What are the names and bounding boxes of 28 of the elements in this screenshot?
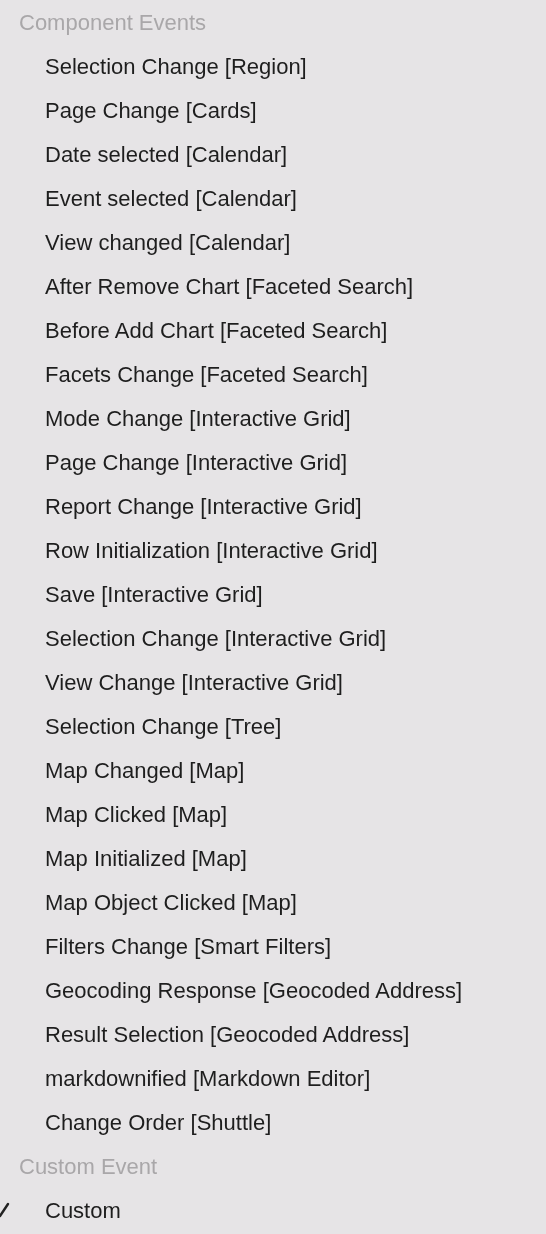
menu-item[interactable]: Result Selection [Geocoded Address] <box>45 1017 410 1051</box>
menu-item[interactable]: View changed [Calendar] <box>45 225 291 259</box>
menu-item[interactable]: Change Order [Shuttle] <box>45 1105 272 1139</box>
menu-item[interactable]: Save [Interactive Grid] <box>45 577 263 611</box>
menu-item[interactable]: Selection Change [Region] <box>45 49 307 83</box>
menu-item[interactable]: Selection Change [Interactive Grid] <box>45 621 387 655</box>
menu-item[interactable]: Report Change [Interactive Grid] <box>45 489 362 523</box>
menu-item[interactable]: Before Add Chart [Faceted Search] <box>45 313 388 347</box>
menu-item[interactable]: Page Change [Cards] <box>45 93 257 127</box>
menu-item[interactable]: Date selected [Calendar] <box>45 137 288 171</box>
menu-item[interactable]: Map Clicked [Map] <box>45 797 228 831</box>
menu-item[interactable]: Map Object Clicked [Map] <box>45 885 297 919</box>
menu-item[interactable]: Row Initialization [Interactive Grid] <box>45 533 378 567</box>
menu-item[interactable]: Geocoding Response [Geocoded Address] <box>45 973 463 1007</box>
menu-item[interactable]: Page Change [Interactive Grid] <box>45 445 348 479</box>
menu-item[interactable]: After Remove Chart [Faceted Search] <box>45 269 414 303</box>
menu-item[interactable]: Custom <box>45 1193 121 1227</box>
menu-item[interactable]: Map Initialized [Map] <box>45 841 247 875</box>
menu-item[interactable]: Facets Change [Faceted Search] <box>45 357 368 391</box>
menu-item[interactable]: Map Changed [Map] <box>45 753 245 787</box>
menu-item[interactable]: Event selected [Calendar] <box>45 181 297 215</box>
menu-item[interactable]: View Change [Interactive Grid] <box>45 665 343 699</box>
menu-item[interactable]: Filters Change [Smart Filters] <box>45 929 332 963</box>
menu-item[interactable]: Selection Change [Tree] <box>45 709 282 743</box>
menu-item[interactable]: markdownified [Markdown Editor] <box>45 1061 371 1095</box>
group-header: Custom Event <box>19 1152 158 1181</box>
menu-item[interactable]: Mode Change [Interactive Grid] <box>45 401 351 435</box>
group-header: Component Events <box>19 8 207 37</box>
